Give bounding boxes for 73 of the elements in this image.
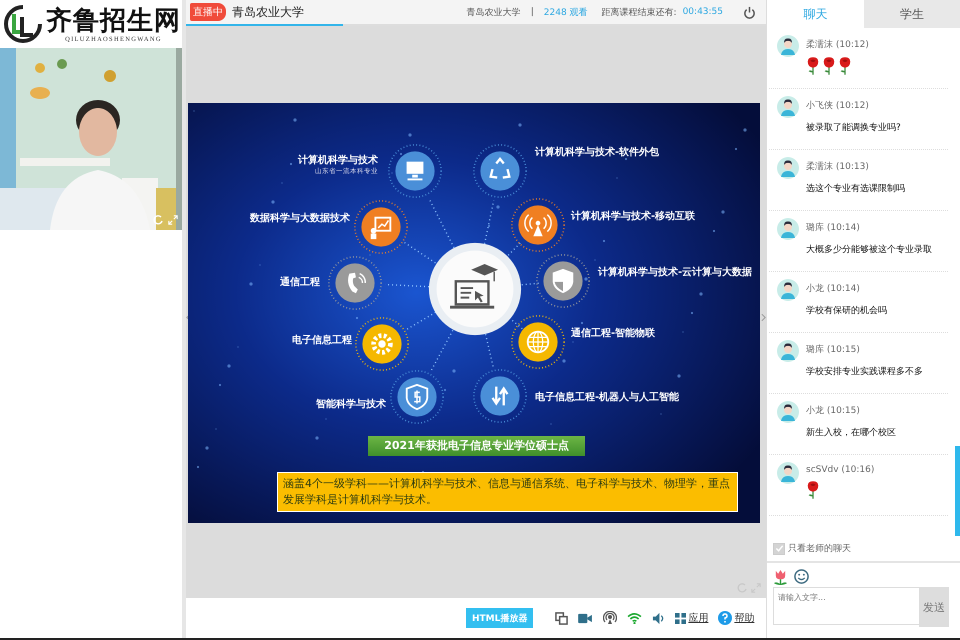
sender-name: 璐库	[806, 345, 824, 355]
major-label: 数据科学与大数据技术	[250, 212, 350, 225]
help-link[interactable]: 帮助	[718, 611, 754, 625]
message-time: (10:13)	[836, 162, 869, 172]
sender-name: 小飞侠	[806, 101, 833, 111]
rose-icon	[838, 56, 852, 76]
avatar-icon	[777, 340, 799, 362]
rose-icon	[806, 480, 820, 500]
laptop-icon	[427, 241, 523, 337]
major-label: 通信工程-智能物联	[571, 326, 656, 340]
message-text: 被录取了能调换专业吗?	[806, 122, 901, 134]
chat-tab[interactable]: 学生	[864, 0, 960, 28]
avatar-icon	[777, 157, 799, 179]
message-time: (10:14)	[826, 284, 860, 294]
message-time: (10:16)	[841, 465, 874, 475]
message-text: 学校有保研的机会吗	[806, 304, 887, 317]
power-icon[interactable]	[743, 6, 756, 18]
live-badge: 直播中	[190, 3, 226, 21]
sender-name: 柔濡沫	[806, 40, 833, 50]
speaker-icon[interactable]	[652, 612, 666, 624]
sender-name: scSVdv	[806, 465, 839, 475]
avatar-icon	[777, 279, 799, 301]
checkbox[interactable]	[773, 542, 785, 554]
sender-name: 小龙	[806, 406, 824, 416]
major-label: 电子信息工程	[292, 334, 352, 347]
major-label: 智能科学与技术	[316, 398, 386, 411]
wifi-icon[interactable]	[627, 612, 642, 624]
message-text: 大概多少分能够被这个专业录取	[806, 244, 932, 256]
major-label: 计算机科学与技术-云计算与大数据	[598, 266, 752, 279]
grid-icon	[675, 612, 686, 624]
major-label: 计算机科学与技术-移动互联	[571, 210, 696, 223]
message-time: (10:14)	[826, 223, 860, 233]
major-label: 通信工程	[280, 276, 320, 289]
message-time: (10:15)	[826, 345, 860, 355]
major-label: 计算机科学与技术-软件外包	[535, 146, 660, 159]
camera-icon[interactable]	[578, 612, 594, 624]
avatar-icon	[777, 401, 799, 423]
teacher-only-label: 只看老师的聊天	[788, 542, 851, 555]
major-label: 电子信息工程-机器人与人工智能	[535, 390, 680, 404]
avatar-icon	[777, 218, 799, 240]
major-label: 计算机科学与技术	[298, 154, 378, 167]
message-input[interactable]: 请输入文字...	[773, 587, 919, 625]
countdown-label: 距离课程结束还有:	[602, 6, 677, 18]
screen-share-icon[interactable]	[555, 612, 568, 624]
sender-name: 璐库	[806, 223, 824, 233]
send-button[interactable]: 发送	[919, 587, 949, 627]
message-text: 选这个专业有选课限制吗	[806, 182, 905, 195]
viewer-count: 2248 观看	[544, 6, 588, 18]
tulip-icon[interactable]	[773, 568, 788, 585]
message-text: 学校安排专业实践课程多不多	[806, 366, 923, 378]
message-text: 新生入校，在哪个校区	[806, 426, 896, 439]
sender-name: 柔濡沫	[806, 162, 833, 172]
rose-icon	[806, 56, 820, 76]
countdown-timer: 00:43:55	[682, 7, 723, 17]
apps-link[interactable]: 应用	[675, 611, 708, 625]
rose-icon	[822, 56, 836, 76]
broadcast-icon[interactable]	[603, 611, 618, 625]
avatar-icon	[777, 96, 799, 118]
course-title: 青岛农业大学	[232, 4, 304, 20]
sender-name: 小龙	[806, 284, 824, 294]
separator: |	[530, 7, 534, 17]
logo-mark-icon	[3, 4, 43, 44]
avatar-icon	[777, 462, 799, 484]
avatar-icon	[777, 35, 799, 57]
logo-title: 齐鲁招生网	[46, 6, 181, 36]
message-time: (10:12)	[836, 101, 869, 111]
message-time: (10:15)	[826, 406, 860, 416]
message-time: (10:12)	[836, 40, 869, 50]
smiley-icon[interactable]	[794, 569, 809, 584]
school-name: 青岛农业大学	[466, 6, 521, 18]
slide-banner: 2021年获批电子信息专业学位硕士点	[368, 436, 585, 456]
help-icon	[718, 611, 732, 625]
slide-summary: 涵盖4个一级学科——计算机科学与技术、信息与通信系统、电子科学与技术、物理学，重点发展学科是计算机科学与技术。	[277, 472, 738, 512]
